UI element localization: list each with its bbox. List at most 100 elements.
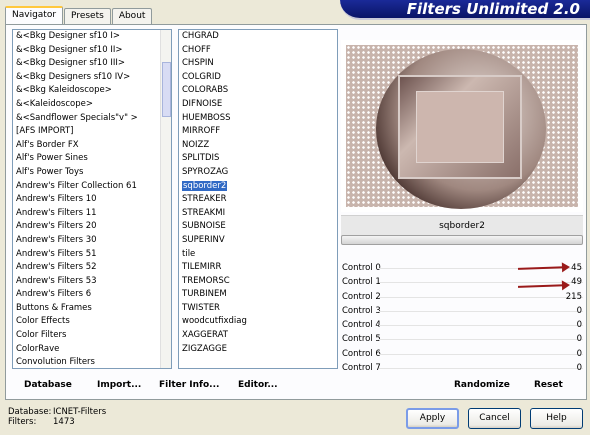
category-item[interactable]: Andrew's Filters 53 <box>13 275 171 289</box>
control-slider[interactable] <box>379 368 583 370</box>
tab-navigator[interactable]: Navigator <box>5 6 64 24</box>
database-info: Database: ICNET-Filters Filters: 1473 <box>8 407 106 427</box>
filter-info-button[interactable]: Filter Info... <box>159 380 219 390</box>
filter-item[interactable]: DIFNOISE <box>179 98 337 112</box>
category-item[interactable]: Alf's Power Toys <box>13 166 171 180</box>
import-button[interactable]: Import... <box>97 380 141 390</box>
category-item[interactable]: &<Sandflower Specials"v" > <box>13 112 171 126</box>
apply-button[interactable]: Apply <box>406 408 459 429</box>
category-item[interactable]: &<Bkg Designer sf10 III> <box>13 57 171 71</box>
category-item[interactable]: Buttons & Frames <box>13 302 171 316</box>
editor-button[interactable]: Editor... <box>238 380 278 390</box>
category-item[interactable]: &<Kaleidoscope> <box>13 98 171 112</box>
scrollbar-thumb[interactable] <box>162 62 171 117</box>
control-label: Control 5 <box>342 334 381 345</box>
filter-item[interactable]: CHOFF <box>179 44 337 58</box>
help-button[interactable]: Help <box>530 408 583 429</box>
category-item[interactable]: [AFS IMPORT] <box>13 125 171 139</box>
category-list[interactable]: &<Bkg Designer sf10 I> &<Bkg Designer sf1… <box>12 29 172 369</box>
control-slider[interactable] <box>379 310 583 312</box>
category-item[interactable]: Color Filters <box>13 329 171 343</box>
reset-button[interactable]: Reset <box>534 380 563 390</box>
filter-item[interactable]: STREAKER <box>179 193 337 207</box>
filter-item[interactable]: COLORABS <box>179 84 337 98</box>
tab-presets[interactable]: Presets <box>64 8 111 24</box>
filter-item-selected[interactable]: sqborder2 <box>179 180 337 194</box>
filter-item[interactable]: XAGGERAT <box>179 329 337 343</box>
filter-preview <box>341 40 583 212</box>
filter-item[interactable]: ZIGZAGGE <box>179 343 337 357</box>
filter-item[interactable]: SPYROZAG <box>179 166 337 180</box>
control-value: 0 <box>576 348 582 359</box>
control-label: Control 0 <box>342 263 381 273</box>
control-row[interactable]: Control 5 0 <box>341 332 583 346</box>
filter-item[interactable]: SUBNOISE <box>179 220 337 234</box>
filters-count-label: Filters: <box>8 417 37 427</box>
category-item[interactable]: Color Effects <box>13 315 171 329</box>
filter-item[interactable]: NOIZZ <box>179 139 337 153</box>
filter-item[interactable]: TURBINEM <box>179 288 337 302</box>
control-value: 0 <box>576 363 582 374</box>
cancel-button[interactable]: Cancel <box>468 408 521 429</box>
control-label: Control 7 <box>342 363 381 374</box>
category-item[interactable]: &<Bkg Designer sf10 I> <box>13 30 171 44</box>
filter-item[interactable]: MIRROFF <box>179 125 337 139</box>
filter-item[interactable]: SUPERINV <box>179 234 337 248</box>
filter-item[interactable]: CHGRAD <box>179 30 337 44</box>
category-item[interactable]: Alf's Border FX <box>13 139 171 153</box>
filter-item[interactable]: TREMORSC <box>179 275 337 289</box>
control-value: 0 <box>576 334 582 345</box>
category-item[interactable]: Convolution Filters <box>13 356 171 368</box>
category-item[interactable]: Andrew's Filters 6 <box>13 288 171 302</box>
control-row[interactable]: Control 2 215 <box>341 290 583 304</box>
category-item[interactable]: ColorRave <box>13 343 171 357</box>
control-row[interactable]: Control 3 0 <box>341 304 583 318</box>
preview-image <box>346 45 578 209</box>
category-item[interactable]: Andrew's Filters 52 <box>13 261 171 275</box>
category-item[interactable]: Andrew's Filters 20 <box>13 220 171 234</box>
randomize-button[interactable]: Randomize <box>454 380 510 390</box>
database-value: ICNET-Filters <box>53 407 107 417</box>
control-row[interactable]: Control 6 0 <box>341 347 583 361</box>
control-row[interactable]: Control 7 0 <box>341 361 583 375</box>
app-logo: Filters Unlimited 2.0 <box>340 0 590 20</box>
category-item[interactable]: &<Bkg Designers sf10 IV> <box>13 71 171 85</box>
control-row[interactable]: Control 1 49 <box>341 275 583 289</box>
category-item[interactable]: Alf's Power Sines <box>13 152 171 166</box>
filter-item[interactable]: CHSPIN <box>179 57 337 71</box>
category-item[interactable]: Andrew's Filters 51 <box>13 248 171 262</box>
control-slider[interactable] <box>379 325 583 327</box>
filter-item[interactable]: SPLITDIS <box>179 152 337 166</box>
control-sliders: Control 0 45 Control 1 49 Control 2 215 Contro… <box>341 261 583 375</box>
app-title: Filters Unlimited 2.0 <box>406 0 580 18</box>
tab-about[interactable]: About <box>111 8 153 24</box>
control-slider[interactable] <box>379 353 583 355</box>
database-label: Database: <box>8 407 52 417</box>
category-item[interactable]: Andrew's Filters 11 <box>13 207 171 221</box>
preview-zoom-slider[interactable] <box>341 235 583 245</box>
filter-item[interactable]: COLGRID <box>179 71 337 85</box>
category-scrollbar[interactable] <box>160 30 171 368</box>
filter-item[interactable]: TWISTER <box>179 302 337 316</box>
database-button[interactable]: Database <box>24 380 72 390</box>
control-slider[interactable] <box>379 296 583 298</box>
control-label: Control 2 <box>342 291 381 302</box>
control-label: Control 3 <box>342 305 381 316</box>
control-label: Control 6 <box>342 348 381 359</box>
category-item[interactable]: Andrew's Filter Collection 61 <box>13 180 171 194</box>
filter-item[interactable]: woodcutfixdiag <box>179 315 337 329</box>
category-item[interactable]: &<Bkg Kaleidoscope> <box>13 84 171 98</box>
category-item[interactable]: Andrew's Filters 10 <box>13 193 171 207</box>
filter-item[interactable]: STREAKMI <box>179 207 337 221</box>
control-slider[interactable] <box>379 339 583 341</box>
category-item[interactable]: &<Bkg Designer sf10 II> <box>13 44 171 58</box>
filter-item[interactable]: tile <box>179 248 337 262</box>
filter-item[interactable]: TILEMIRR <box>179 261 337 275</box>
control-label: Control 4 <box>342 320 381 331</box>
control-slider[interactable] <box>379 282 583 284</box>
filter-list[interactable]: CHGRAD CHOFF CHSPIN COLGRID COLORABS DIFNOISE… <box>178 29 338 369</box>
control-row[interactable]: Control 4 0 <box>341 318 583 332</box>
filters-count-value: 1473 <box>53 417 75 427</box>
filter-item[interactable]: HUEMBOSS <box>179 112 337 126</box>
category-item[interactable]: Andrew's Filters 30 <box>13 234 171 248</box>
